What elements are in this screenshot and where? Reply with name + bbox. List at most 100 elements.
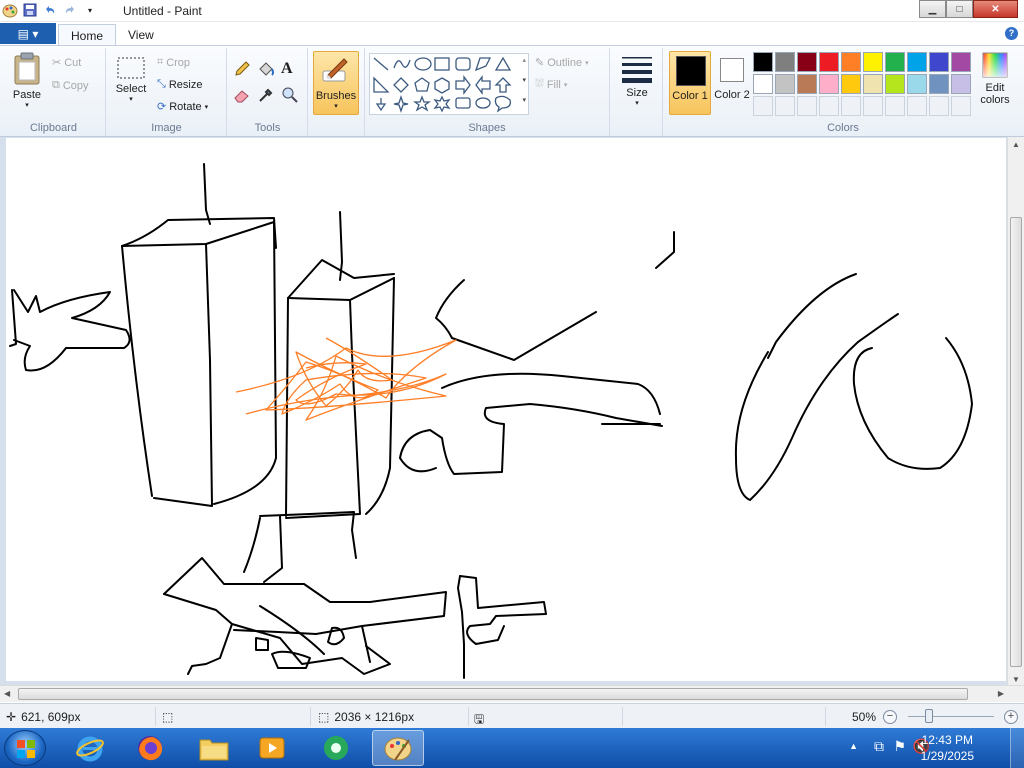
cut-label: Cut: [64, 56, 82, 69]
horizontal-scroll-thumb[interactable]: [18, 688, 968, 700]
eraser-tool[interactable]: [233, 86, 251, 104]
brushes-label: Brushes: [315, 90, 357, 102]
ribbon: Paste ▾ ✂ Cut ⧉ Copy Clipboard Select ▾ …: [0, 45, 1024, 137]
taskbar-firefox[interactable]: [124, 730, 176, 766]
resize-label: Resize: [168, 78, 203, 91]
clock-date: 1/29/2025: [920, 749, 974, 763]
fill-button[interactable]: ⛆ Fill ▾: [535, 78, 567, 91]
close-button[interactable]: ✕: [973, 0, 1018, 18]
colors-group-label: Colors: [827, 122, 859, 134]
resize-icon: ⤡: [157, 78, 166, 90]
zoom-in-button[interactable]: +: [1004, 710, 1018, 724]
copy-label: Copy: [62, 79, 89, 92]
shapes-gallery: ▴ ▾ ▾: [369, 53, 529, 115]
select-label: Select: [115, 83, 147, 95]
clock-time: 12:43 PM: [921, 733, 973, 747]
paint-palette-icon: [384, 737, 412, 761]
help-icon[interactable]: ?: [1005, 27, 1018, 40]
tab-home[interactable]: Home: [58, 24, 117, 45]
folder-icon: [199, 739, 229, 761]
crop-button[interactable]: ⌗ Crop: [157, 56, 190, 69]
fill-tool[interactable]: [257, 60, 275, 78]
zoom-out-button[interactable]: −: [883, 710, 897, 724]
taskbar-paint[interactable]: [372, 730, 424, 766]
action-center-flag-icon[interactable]: ⚑: [893, 738, 906, 755]
taskbar-media-player[interactable]: [246, 730, 298, 766]
clock[interactable]: 12:43 PM 1/29/2025: [921, 732, 974, 764]
canvas-workspace: [0, 137, 1024, 687]
media-center-icon: [324, 736, 348, 760]
crop-label: Crop: [166, 56, 191, 69]
taskbar: ▲ ⧉ ⚑ 🔇 12:43 PM 1/29/2025: [0, 728, 1024, 768]
shapes-scroll-down-icon[interactable]: ▾: [522, 76, 526, 84]
paint-app-icon[interactable]: [2, 2, 18, 18]
show-hidden-icons-icon[interactable]: ▲: [849, 741, 858, 751]
size-label: Size: [626, 87, 648, 99]
color-picker-tool[interactable]: [257, 86, 275, 104]
canvas-size: 2036 × 1216px: [334, 710, 415, 724]
rotate-button[interactable]: ⟳ Rotate ▾: [157, 100, 208, 114]
scroll-right-icon[interactable]: ▶: [998, 689, 1004, 698]
scissors-icon: ✂: [52, 57, 62, 69]
paint-menu-button[interactable]: ▤ ▾: [0, 23, 56, 44]
start-button[interactable]: [4, 730, 46, 766]
text-tool[interactable]: A: [281, 60, 293, 78]
show-desktop-button[interactable]: [1010, 728, 1024, 768]
taskbar-media-center[interactable]: [310, 730, 362, 766]
zoom-level: 50%: [852, 710, 877, 724]
brushes-button[interactable]: Brushes ▾: [313, 51, 359, 115]
rotate-icon: ⟳: [157, 101, 167, 113]
minimize-button[interactable]: ▁: [919, 0, 946, 18]
rotate-label: Rotate: [169, 100, 202, 113]
drawing-canvas[interactable]: [6, 138, 1006, 681]
copy-icon: ⧉: [52, 79, 60, 91]
magnifier-tool[interactable]: [281, 86, 299, 104]
zoom-slider-track[interactable]: [908, 716, 994, 717]
paste-icon: [14, 52, 40, 85]
quick-access-toolbar: ▾: [2, 2, 98, 18]
paste-label: Paste: [12, 89, 42, 101]
title-bar: ▾ Untitled - Paint ▁ □ ✕: [0, 0, 1024, 22]
cut-button[interactable]: ✂ Cut: [52, 56, 82, 70]
scroll-down-icon[interactable]: ▼: [1012, 675, 1020, 684]
redo-icon[interactable]: [62, 2, 78, 18]
select-rectangle-icon: [117, 57, 145, 79]
maximize-button[interactable]: □: [946, 0, 973, 18]
undo-icon[interactable]: [42, 2, 58, 18]
customize-qat-icon[interactable]: ▾: [82, 2, 98, 18]
scroll-left-icon[interactable]: ◀: [4, 689, 10, 698]
size-group: Size ▾: [611, 48, 663, 136]
shapes-scroll-up-icon[interactable]: ▴: [522, 56, 526, 64]
status-bar: ✛ 621, 609px ⬚ ⬚ 2036 × 1216px 🖫 50% − +: [0, 703, 1024, 728]
paste-button[interactable]: Paste ▾: [8, 52, 46, 109]
eyedropper-icon: [259, 88, 273, 102]
taskbar-explorer[interactable]: [188, 730, 240, 766]
size-button[interactable]: Size ▾: [617, 54, 657, 107]
horizontal-scrollbar[interactable]: ◀ ▶: [0, 685, 1024, 702]
tools-group-label: Tools: [254, 122, 281, 134]
resize-button[interactable]: ⤡ Resize: [157, 78, 202, 91]
media-player-icon: [259, 737, 285, 759]
vertical-scrollbar[interactable]: ▲ ▼: [1007, 137, 1024, 687]
copy-button[interactable]: ⧉ Copy: [52, 79, 89, 92]
clipboard-group-label: Clipboard: [29, 122, 78, 134]
zoom-slider-thumb[interactable]: [925, 709, 933, 723]
line-size-icon: [622, 57, 652, 83]
text-a-icon: A: [281, 60, 293, 77]
shapes-group-label: Shapes: [468, 122, 506, 134]
shapes-expand-icon[interactable]: ▾: [522, 96, 526, 104]
shapes-gallery-icons[interactable]: [370, 54, 516, 114]
crop-icon: ⌗: [157, 56, 164, 68]
scroll-up-icon[interactable]: ▲: [1012, 140, 1020, 149]
tab-view[interactable]: View: [116, 24, 166, 45]
save-icon[interactable]: [22, 2, 38, 18]
outline-button[interactable]: ✎ Outline ▾: [535, 56, 589, 70]
vertical-scroll-thumb[interactable]: [1010, 217, 1022, 667]
fill-icon: ⛆: [535, 78, 544, 90]
pencil-tool[interactable]: [233, 60, 251, 78]
window-title: Untitled - Paint: [123, 4, 202, 18]
select-button[interactable]: Select ▾: [113, 56, 149, 103]
network-icon[interactable]: ⧉: [874, 738, 884, 755]
image-group-label: Image: [151, 122, 182, 134]
taskbar-internet-explorer[interactable]: [64, 730, 116, 766]
